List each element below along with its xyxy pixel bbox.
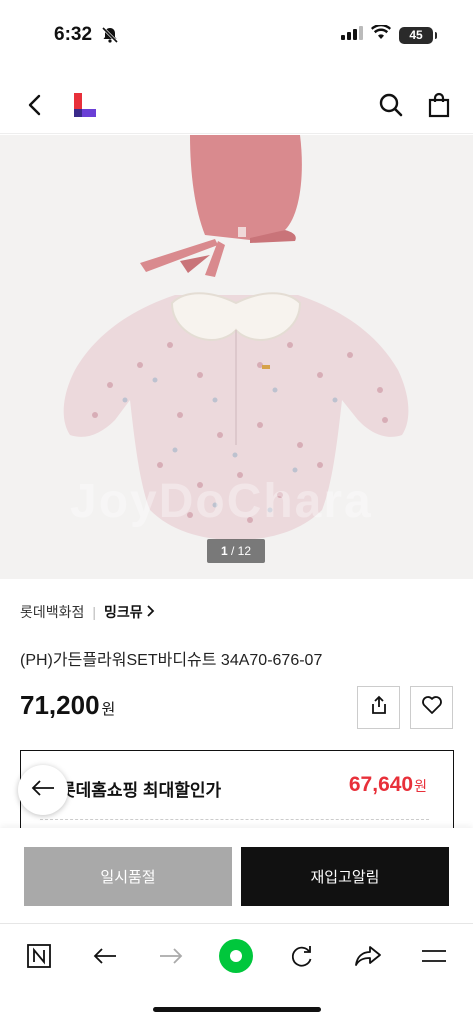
purchase-action-bar: 일시품절 재입고알림	[0, 828, 473, 923]
sold-out-button[interactable]: 일시품절	[24, 847, 232, 906]
discount-price: 67,640	[348, 773, 414, 796]
restock-alert-button[interactable]: 재입고알림	[241, 847, 449, 906]
store-name[interactable]: 롯데백화점	[20, 602, 84, 622]
bell-muted-icon	[101, 26, 119, 49]
discount-label: 롯데홈쇼핑 최대할인가	[60, 781, 222, 800]
store-brand-row: 롯데백화점 | 밍크뮤	[20, 602, 155, 622]
chevron-right-icon	[146, 604, 155, 620]
wifi-icon	[371, 23, 391, 45]
floating-back-button[interactable]	[18, 765, 68, 815]
image-counter: 1 / 12	[207, 539, 265, 563]
discount-price-group: 67,640 원	[349, 773, 427, 797]
share-button[interactable]	[357, 686, 400, 729]
menu-icon[interactable]	[416, 938, 452, 974]
brand-link[interactable]: 밍크뮤	[104, 602, 155, 622]
back-button[interactable]	[22, 92, 48, 118]
heart-icon	[421, 695, 443, 720]
image-counter-total: 12	[237, 544, 252, 558]
product-price: 71,200	[20, 690, 100, 720]
naver-n-icon[interactable]	[21, 938, 57, 974]
price-currency: 원	[101, 701, 116, 718]
refresh-icon[interactable]	[284, 938, 320, 974]
wishlist-button[interactable]	[410, 686, 453, 729]
back-arrow-icon[interactable]	[87, 938, 123, 974]
product-title: (PH)가든플라워SET바디슈트 34A70-676-07	[20, 652, 323, 669]
divider: |	[92, 604, 97, 620]
image-counter-separator: /	[227, 544, 238, 558]
share-arrow-icon[interactable]	[350, 938, 386, 974]
arrow-left-icon	[30, 778, 56, 803]
search-icon[interactable]	[378, 92, 404, 118]
image-counter-current: 1	[220, 544, 228, 558]
discount-currency: 원	[414, 778, 427, 794]
lotte-on-logo-icon[interactable]	[74, 93, 96, 122]
home-indicator	[153, 1007, 321, 1012]
shopping-bag-icon[interactable]	[426, 92, 452, 118]
battery-icon: 45	[399, 26, 437, 44]
share-icon	[369, 695, 389, 720]
cellular-signal-icon	[341, 25, 363, 45]
brand-name: 밍크뮤	[104, 604, 143, 620]
forward-arrow-icon[interactable]	[153, 938, 189, 974]
dashed-divider	[40, 819, 429, 820]
status-time: 6:32	[54, 24, 93, 45]
green-dot-icon[interactable]	[218, 938, 254, 974]
image-watermark: JoyDoChara	[70, 475, 373, 528]
status-bar: 6:32 45	[0, 0, 473, 70]
app-header	[0, 76, 473, 134]
discount-box: 롯데홈쇼핑 최대할인가 67,640 원	[20, 750, 454, 840]
price-row: 71,200 원	[20, 690, 115, 721]
